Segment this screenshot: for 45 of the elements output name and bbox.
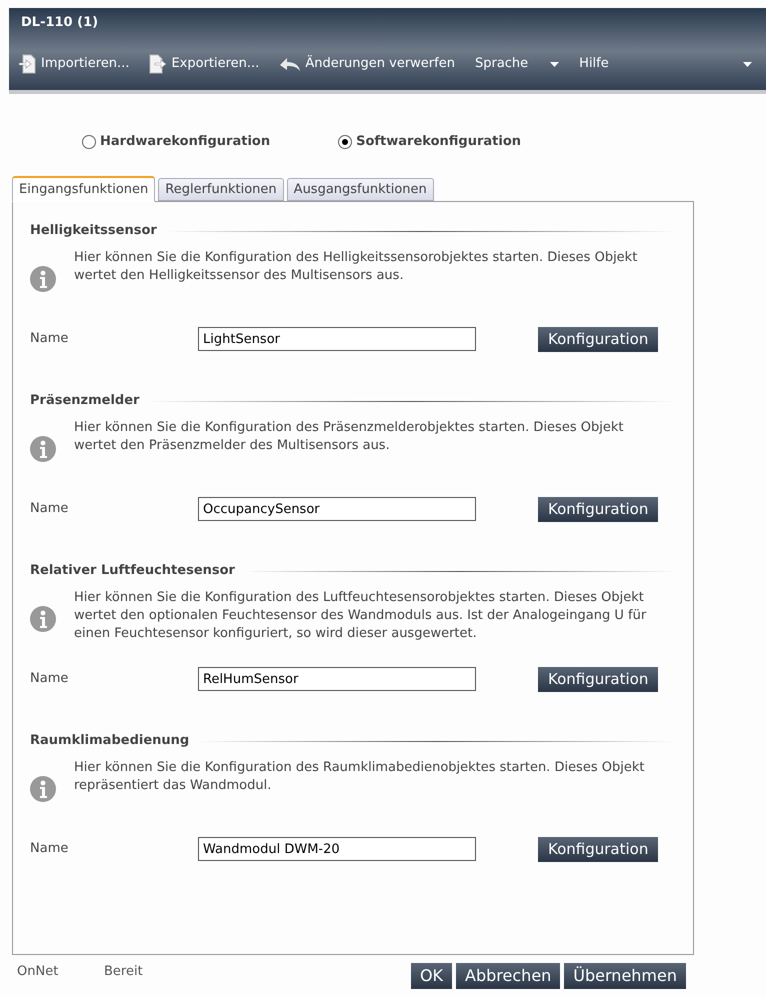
toolbar-button[interactable]: Importieren... — [19, 54, 130, 74]
window-title: DL-110 (1) — [21, 14, 98, 32]
info-text: Hier können Sie die Konfiguration des Helligkeitssensorobjektes starten. Dieses Objekt wertet den Helligkeitssensor des Multisensors aus. — [74, 249, 638, 285]
info-text: Hier können Sie die Konfiguration des Präsenzmelderobjektes starten. Dieses Objekt wertet den Präsenzmelder des Multisensors aus. — [74, 419, 624, 455]
radio-option[interactable]: Softwarekonfiguration — [338, 132, 522, 152]
undo-arrow-icon — [279, 56, 302, 72]
status-text: OnNet — [17, 963, 60, 982]
field-label: Name — [30, 500, 70, 518]
toolbar-button[interactable]: Änderungen verwerfen — [279, 54, 455, 74]
toolbar-button[interactable]: Exportieren... — [149, 54, 260, 74]
tab[interactable]: Ausgangsfunktionen — [286, 178, 434, 201]
toolbar-button[interactable]: Sprache — [474, 54, 560, 74]
name-input[interactable]: Wandmodul DWM-20 — [198, 837, 476, 861]
configuration-button[interactable]: Konfiguration — [538, 836, 658, 862]
info-text: Hier können Sie die Konfiguration des Luftfeuchtesensorobjektes starten. Dieses Objekt wertet den optionalen Feuchtesensor des Wandmoduls aus. Ist der Analogeingang U für einen Feuchtesensor konfiguriert, so wird dieser ausgewertet. — [74, 589, 648, 643]
tab[interactable]: Reglerfunktionen — [158, 178, 284, 201]
configuration-button[interactable]: Konfiguration — [538, 666, 658, 692]
name-input[interactable]: LightSensor — [198, 327, 476, 351]
info-icon — [30, 776, 56, 802]
section-heading: Relativer Luftfeuchtesensor — [30, 562, 235, 580]
dialog-button[interactable]: Übernehmen — [564, 963, 686, 989]
tab[interactable]: Eingangsfunktionen — [12, 176, 156, 202]
caret-icon — [550, 62, 560, 66]
import-icon — [19, 54, 37, 74]
section-heading: Helligkeitssensor — [30, 222, 157, 240]
configuration-button[interactable]: Konfiguration — [538, 326, 658, 352]
section-heading: Raumklimabedienung — [30, 732, 190, 750]
field-label: Name — [30, 840, 70, 858]
section-heading: Präsenzmelder — [30, 392, 140, 410]
field-label: Name — [30, 670, 70, 688]
info-icon — [30, 606, 56, 632]
status-text: Bereit — [104, 963, 143, 982]
info-icon — [30, 436, 56, 462]
toolbar-button[interactable]: Hilfe — [579, 54, 752, 74]
name-input[interactable]: RelHumSensor — [198, 667, 476, 691]
export-icon — [149, 54, 168, 74]
dialog-button[interactable]: OK — [410, 963, 452, 989]
field-label: Name — [30, 330, 70, 348]
caret-icon — [743, 62, 752, 66]
name-input[interactable]: OccupancySensor — [198, 497, 476, 521]
dialog-button[interactable]: Abbrechen — [456, 963, 560, 989]
radio-option[interactable]: Hardwarekonfiguration — [82, 132, 270, 152]
info-text: Hier können Sie die Konfiguration des Raumklimabedienobjektes starten. Dieses Objekt repräsentiert das Wandmodul. — [74, 759, 646, 795]
configuration-button[interactable]: Konfiguration — [538, 496, 658, 522]
info-icon — [30, 266, 56, 292]
